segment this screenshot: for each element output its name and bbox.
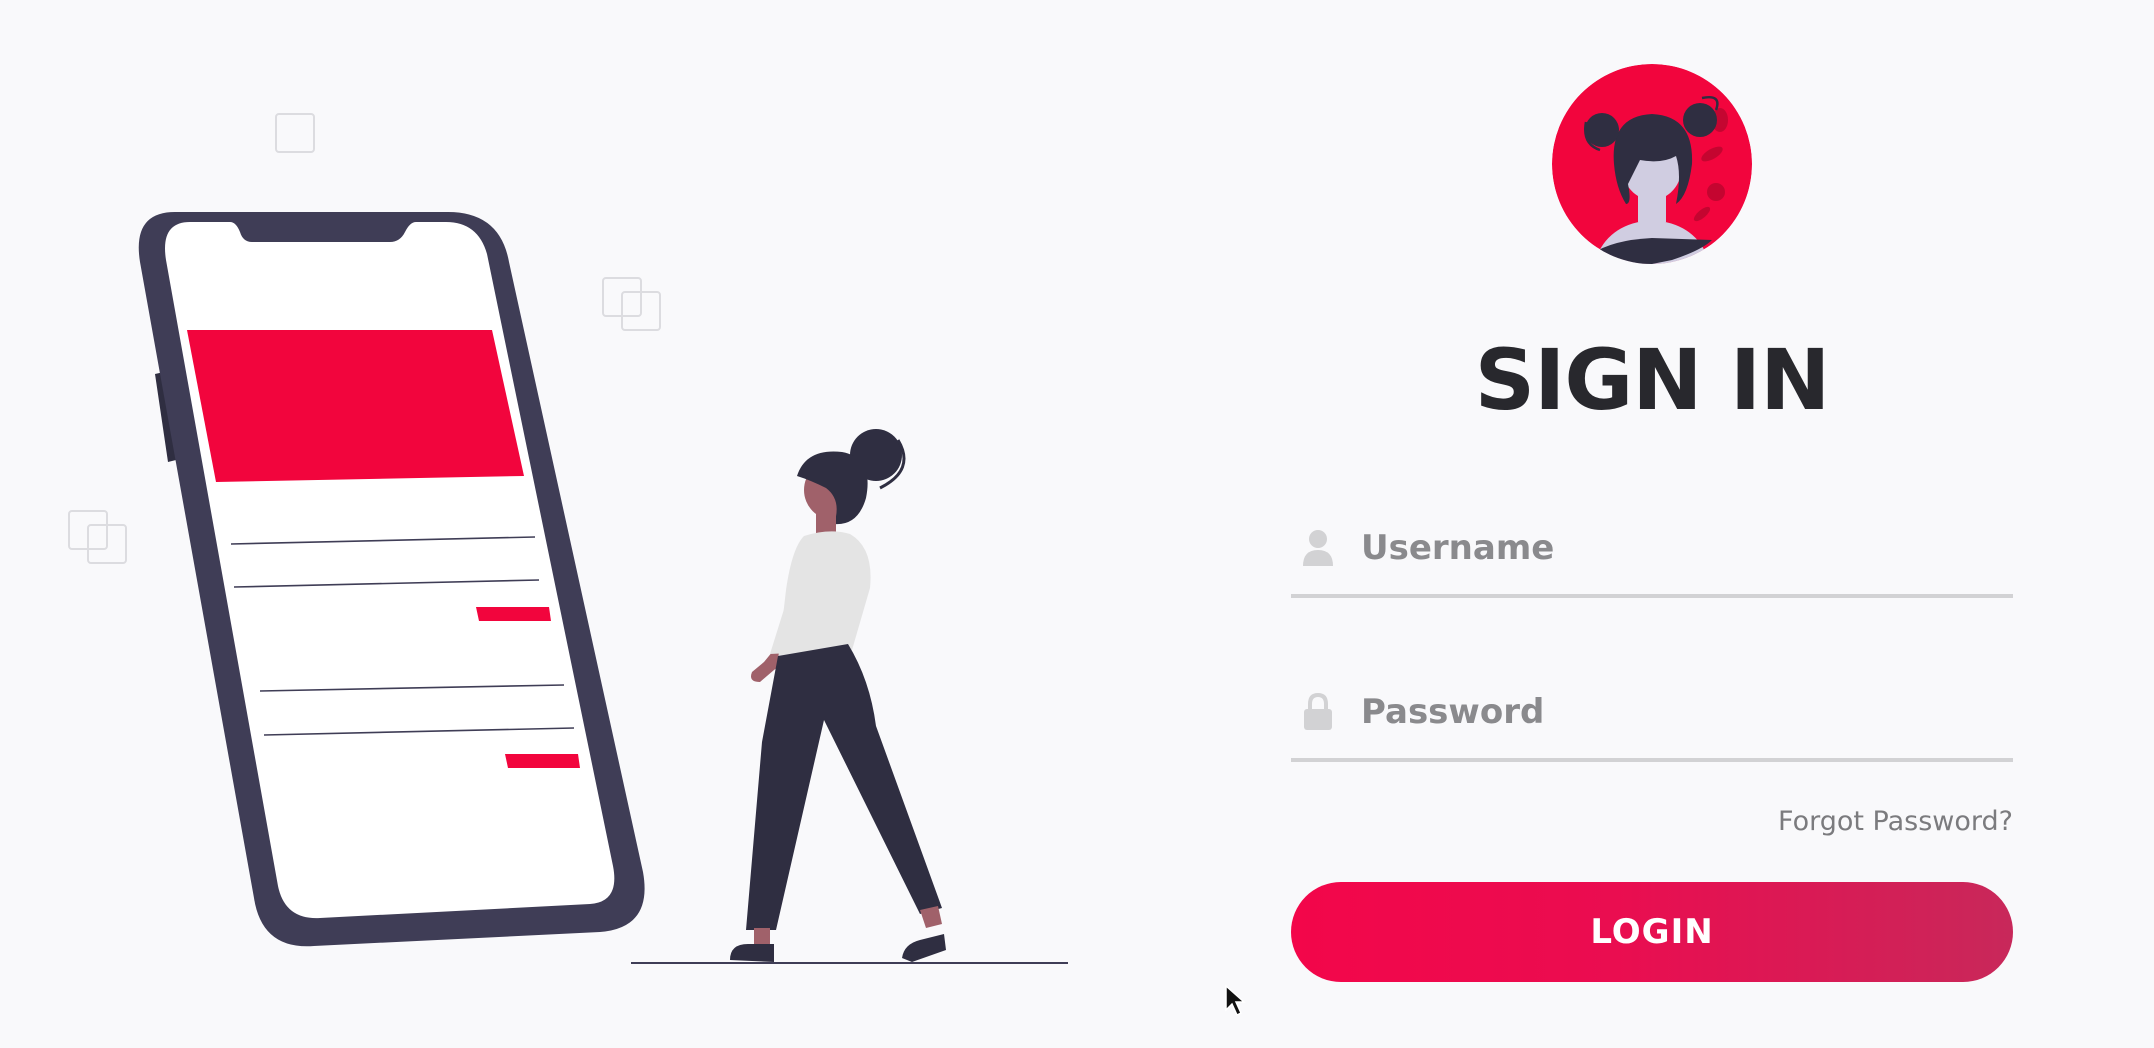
username-field	[1291, 508, 2013, 598]
user-icon	[1303, 530, 1333, 566]
login-form: SIGN IN Forgot Password? LOGIN	[1291, 0, 2013, 1048]
woman-figure	[730, 429, 946, 962]
mouse-cursor-icon	[1225, 984, 1246, 1017]
phone-woman-illustration	[68, 113, 1068, 964]
login-button[interactable]: LOGIN	[1291, 882, 2013, 982]
phone-graphic	[138, 212, 645, 947]
avatar	[1552, 64, 1752, 264]
login-page: SIGN IN Forgot Password? LOGIN	[0, 0, 2154, 1048]
lock-icon	[1304, 692, 1332, 730]
password-input[interactable]	[1361, 680, 2001, 744]
forgot-password-link[interactable]: Forgot Password?	[1778, 806, 2013, 837]
page-title: SIGN IN	[1474, 331, 1831, 429]
password-field	[1291, 672, 2013, 762]
username-input[interactable]	[1361, 516, 2001, 580]
